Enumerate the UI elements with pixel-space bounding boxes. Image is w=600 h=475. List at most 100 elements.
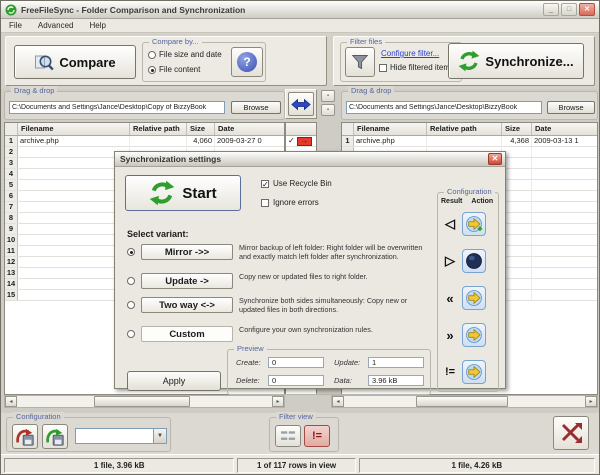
table-row[interactable]: 1 archive.php 4,060 2009-03-27 0 [5,136,284,147]
left-browse-button[interactable]: Browse [231,101,281,114]
filter-button[interactable] [345,47,375,77]
variant-two-way[interactable]: Two way <-> Synchronize both sides simul… [127,296,433,314]
left-path-input[interactable] [9,101,225,114]
column-header-date[interactable]: Date [532,123,597,135]
right-dragdrop-label: Drag & drop [348,86,395,95]
column-header-size[interactable]: Size [187,123,215,135]
column-header-relative-path[interactable]: Relative path [427,123,502,135]
row-checkbox[interactable]: ✓ [288,137,295,145]
minimize-button[interactable]: _ [543,3,559,16]
menu-item[interactable]: Advanced [30,21,82,30]
mirror-button[interactable]: Mirror ->> [141,244,233,260]
chevron-down-icon[interactable]: ▼ [153,429,166,443]
help-button[interactable]: ? [231,47,263,77]
two-way-button[interactable]: Two way <-> [141,297,233,313]
sync-direction-row[interactable]: ✓ → [286,136,316,147]
start-button[interactable]: Start [125,175,241,211]
compare-toolbar-panel: Compare Compare by... File size and date… [5,36,327,86]
swap-panel [285,89,317,119]
show-equal-button[interactable] [275,425,301,447]
app-window: FreeFileSync - Folder Comparison and Syn… [0,0,600,475]
status-right-count: 1 file, 4.26 kB [358,458,595,473]
dialog-titlebar[interactable]: Synchronization settings ✕ [115,152,505,167]
filter-files-label: Filter files [347,37,386,46]
maximize-button[interactable]: □ [561,3,577,16]
update-button[interactable]: Update -> [141,273,233,289]
dialog-configuration-group: Configuration Result Action ◁ ▷ « » != [437,187,499,392]
show-different-button[interactable]: != [304,425,330,447]
result-different-glyph: != [444,366,456,378]
create-label: Create: [236,358,261,367]
column-header-date[interactable]: Date [215,123,284,135]
result-left-only-glyph: ◁ [445,216,455,231]
column-header-filename[interactable]: Filename [18,123,130,135]
exclude-rows-button[interactable] [553,416,589,450]
radio-icon[interactable] [127,330,135,338]
ignore-errors-checkbox[interactable]: Ignore errors [261,198,319,207]
sync-direction-badge[interactable]: → [296,136,312,146]
variant-update[interactable]: Update -> Copy new or updated files to r… [127,272,433,289]
variant-mirror[interactable]: Mirror ->> Mirror backup of left folder:… [127,243,433,261]
right-horizontal-scrollbar[interactable]: ◂ ▸ [331,395,598,408]
apply-button[interactable]: Apply [127,371,221,391]
update-description: Copy new or updated files to right folde… [239,272,368,281]
left-dragdrop-label: Drag & drop [11,86,58,95]
column-header-relative-path[interactable]: Relative path [130,123,187,135]
cell-date: 2009-03-13 1 [534,136,579,145]
action-copy-left-newer-button[interactable] [462,286,486,310]
scrollbar-thumb[interactable] [416,396,508,407]
radio-icon-selected[interactable] [127,248,135,256]
delete-value: 0 [268,375,324,386]
table-row[interactable]: 1 archive.php 4,368 2009-03-13 1 [342,136,597,147]
checkbox-icon [379,63,387,72]
configure-filter-link[interactable]: Configure filter... [381,49,439,58]
radio-icon[interactable] [127,301,135,309]
radio-file-content[interactable]: File content [148,65,200,74]
action-copy-right-newer-button[interactable] [462,323,486,347]
scrollbar-thumb[interactable] [93,396,191,407]
custom-button[interactable]: Custom [141,326,233,342]
window-titlebar[interactable]: FreeFileSync - Folder Comparison and Syn… [1,1,599,19]
column-header-filename[interactable]: Filename [354,123,427,135]
scroll-left-arrow[interactable]: ◂ [5,396,17,407]
swap-sides-button[interactable] [288,92,314,116]
load-config-icon [46,428,64,446]
result-right-newer-glyph: » [446,327,454,343]
status-left-count: 1 file, 3.96 kB [4,458,235,473]
middle-mini-button-top[interactable]: ▪ [321,90,335,102]
variant-custom[interactable]: Custom Configure your own synchronizatio… [127,325,433,342]
close-button[interactable]: ✕ [579,3,595,16]
arrow-right-icon [466,290,482,306]
dialog-close-button[interactable]: ✕ [488,153,502,165]
action-copy-new-button[interactable] [462,212,486,236]
load-config-button[interactable] [42,424,68,449]
arrow-right-icon [466,364,482,380]
scroll-left-arrow[interactable]: ◂ [332,396,344,407]
config-preset-select[interactable]: ▼ [75,428,167,444]
radio-file-size-date[interactable]: File size and date [148,50,222,59]
preview-label: Preview [234,344,267,353]
status-rows-in-view: 1 of 117 rows in view [237,458,356,473]
synchronize-button[interactable]: Synchronize... [448,43,584,79]
menu-item[interactable]: Help [81,21,113,30]
left-horizontal-scrollbar[interactable]: ◂ ▸ [4,395,285,408]
right-grid-header: Filename Relative path Size Date [342,123,597,136]
action-copy-different-button[interactable] [462,360,486,384]
right-browse-button[interactable]: Browse [547,101,595,114]
two-way-description: Synchronize both sides simultaneously: C… [239,296,408,314]
scroll-right-arrow[interactable]: ▸ [585,396,597,407]
hide-filtered-checkbox[interactable]: Hide filtered items [379,63,454,72]
compare-button[interactable]: Compare [14,45,136,79]
action-delete-button[interactable] [462,249,486,273]
scroll-right-arrow[interactable]: ▸ [272,396,284,407]
middle-mini-button-bottom[interactable]: ▪ [321,104,335,116]
use-recycle-checkbox[interactable]: ✓ Use Recycle Bin [261,179,332,188]
blue-double-arrow-icon [291,98,311,110]
dark-sphere-icon [466,253,482,269]
custom-description: Configure your own synchronization rules… [239,325,373,334]
menu-item[interactable]: File [1,21,30,30]
save-config-button[interactable] [12,424,38,449]
radio-icon[interactable] [127,277,135,285]
column-header-size[interactable]: Size [502,123,532,135]
right-path-input[interactable] [346,101,542,114]
